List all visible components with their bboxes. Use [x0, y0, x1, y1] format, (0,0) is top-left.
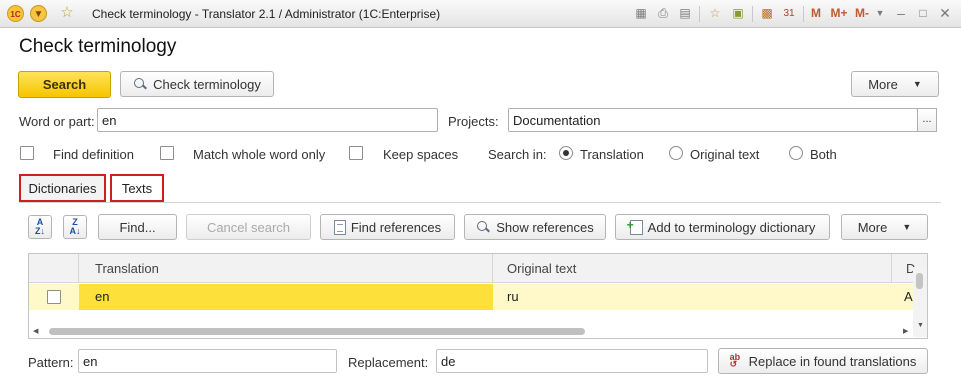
more-button[interactable]: More ▼: [851, 71, 939, 97]
keep-spaces-label: Keep spaces: [383, 147, 459, 162]
memory-m-button[interactable]: M: [808, 5, 824, 22]
separator: [752, 6, 753, 22]
projects-select-button[interactable]: ...: [917, 108, 937, 132]
find-definition-checkbox[interactable]: [20, 146, 34, 160]
table-row[interactable]: en ru A: [29, 284, 913, 310]
find-label: Find...: [119, 219, 156, 235]
chevron-down-icon[interactable]: ▼: [873, 5, 887, 22]
title-bar: 1C ▼ ☆ Check terminology - Translator 2.…: [0, 0, 961, 28]
radio-both-label: Both: [810, 147, 837, 162]
memory-plus-button[interactable]: M+: [828, 5, 850, 22]
favorite-star-icon[interactable]: ☆: [58, 4, 76, 22]
check-terminology-button[interactable]: Check terminology: [120, 71, 274, 97]
tab-dictionaries[interactable]: Dictionaries: [19, 174, 106, 202]
grid-more-label: More: [857, 219, 888, 235]
chevron-down-icon: ▼: [912, 79, 922, 89]
radio-translation-label: Translation: [580, 147, 644, 162]
replacement-label: Replacement:: [348, 355, 429, 370]
match-whole-word-label: Match whole word only: [193, 147, 326, 162]
page-title: Check terminology: [19, 36, 177, 57]
match-whole-word-checkbox[interactable]: [160, 146, 174, 160]
find-references-button[interactable]: Find references: [320, 214, 455, 240]
results-table: Translation Original text D en ru A ▼ ◀ …: [28, 253, 928, 339]
tab-divider: [19, 202, 941, 203]
radio-original-text[interactable]: [669, 146, 683, 160]
cancel-search-button[interactable]: Cancel search: [186, 214, 311, 240]
scroll-down-icon[interactable]: ▼: [917, 322, 924, 329]
radio-original-text-label: Original text: [690, 147, 760, 162]
add-favorite-icon[interactable]: ☆: [706, 5, 724, 22]
column-header-translation[interactable]: Translation: [79, 254, 493, 283]
more-label: More: [868, 76, 898, 92]
cell-translation[interactable]: en: [79, 284, 493, 310]
separator: [803, 6, 804, 22]
print-preview-icon[interactable]: ▤: [676, 5, 694, 22]
replacement-input[interactable]: [436, 349, 708, 373]
magnifier-icon: [133, 77, 148, 92]
replace-icon: ab ↺: [729, 352, 741, 369]
add-to-terminology-button[interactable]: Add to terminology dictionary: [615, 214, 830, 240]
projects-input[interactable]: [508, 108, 918, 132]
horizontal-scroll-thumb[interactable]: [49, 328, 585, 335]
radio-both[interactable]: [789, 146, 803, 160]
add-document-icon: [627, 218, 643, 235]
main-menu-icon[interactable]: ▼: [30, 5, 47, 22]
separator: [699, 6, 700, 22]
close-icon[interactable]: ✕: [936, 5, 954, 22]
chevron-down-icon: ▼: [902, 222, 912, 232]
calendar-icon[interactable]: 31: [780, 5, 798, 22]
find-button[interactable]: Find...: [98, 214, 177, 240]
save-icon[interactable]: ▦: [632, 5, 650, 22]
check-terminology-label: Check terminology: [153, 76, 261, 92]
magnifier-icon: [476, 220, 491, 235]
replace-in-found-button[interactable]: ab ↺ Replace in found translations: [718, 348, 928, 374]
keep-spaces-checkbox[interactable]: [349, 146, 363, 160]
word-input[interactable]: [97, 108, 438, 132]
show-references-button[interactable]: Show references: [464, 214, 606, 240]
document-icon: [333, 219, 346, 235]
radio-translation[interactable]: [559, 146, 573, 160]
vertical-scrollbar[interactable]: ▼: [913, 267, 927, 337]
pattern-input[interactable]: [78, 349, 337, 373]
memory-minus-button[interactable]: M-: [852, 5, 872, 22]
table-header: Translation Original text D: [29, 254, 927, 283]
row-checkbox[interactable]: [47, 290, 61, 304]
search-button-label: Search: [42, 77, 87, 92]
word-label: Word or part:: [19, 114, 95, 129]
replace-in-found-label: Replace in found translations: [748, 353, 917, 369]
row-checkbox-cell: [29, 284, 79, 310]
find-references-label: Find references: [350, 219, 442, 235]
cell-original-text[interactable]: ru: [493, 284, 892, 310]
window-title: Check terminology - Translator 2.1 / Adm…: [92, 7, 441, 21]
search-button[interactable]: Search: [18, 71, 111, 98]
checkbox-column-header[interactable]: [29, 254, 79, 283]
add-to-terminology-label: Add to terminology dictionary: [647, 219, 816, 235]
column-header-original-text[interactable]: Original text: [493, 254, 892, 283]
grid-more-button[interactable]: More ▼: [841, 214, 928, 240]
tab-texts[interactable]: Texts: [110, 174, 164, 202]
app-logo-icon[interactable]: 1C: [7, 5, 24, 22]
show-references-label: Show references: [496, 219, 594, 235]
projects-label: Projects:: [448, 114, 499, 129]
scroll-left-icon[interactable]: ◀: [33, 327, 38, 335]
cell-extra[interactable]: A: [892, 284, 913, 310]
sort-ascending-icon[interactable]: A Z↓: [28, 215, 52, 239]
calculator-icon[interactable]: ▩: [758, 5, 776, 22]
print-icon[interactable]: ⎙: [654, 5, 672, 22]
maximize-icon[interactable]: □: [914, 5, 932, 22]
vertical-scroll-thumb[interactable]: [916, 273, 923, 289]
pattern-label: Pattern:: [28, 355, 74, 370]
favorites-list-icon[interactable]: ▣: [729, 5, 747, 22]
minimize-icon[interactable]: –: [892, 5, 910, 22]
search-in-label: Search in:: [488, 147, 547, 162]
scroll-right-icon[interactable]: ▶: [903, 327, 908, 335]
cancel-search-label: Cancel search: [206, 219, 291, 235]
find-definition-label: Find definition: [53, 147, 134, 162]
sort-descending-icon[interactable]: Z A↓: [63, 215, 87, 239]
